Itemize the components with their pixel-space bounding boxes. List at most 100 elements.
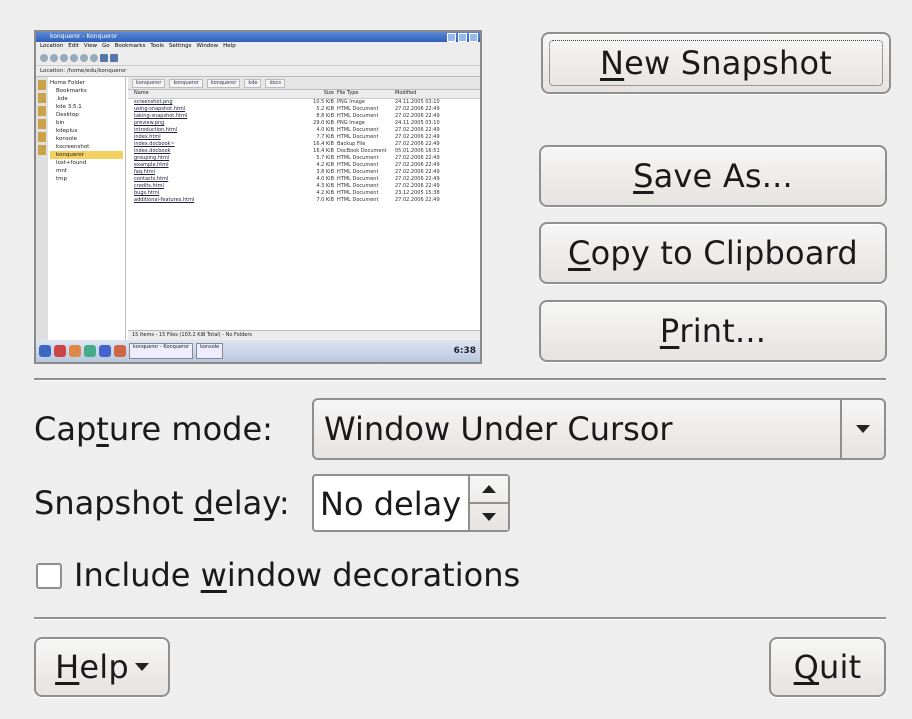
preview-menu-item: View [83,43,97,49]
button-label: elp [79,648,129,686]
mnemonic: Q [793,648,820,686]
forward-icon [50,54,58,62]
preview-file-row: example.html 4.2 KiB HTML Document 27.02.20… [128,162,480,169]
preview-toolbar [36,51,480,66]
preview-tabs: konqueror konqueror konqueror kde docs [128,77,480,90]
preview-titlebar: konqueror - Konqueror [36,32,480,42]
spin-up-icon[interactable] [470,476,508,504]
mnemonic: P [659,312,680,350]
button-label: ave As... [653,157,793,195]
mnemonic: H [55,648,80,686]
taskbar-clock: 6:38 [453,346,476,356]
snapshot-delay-value[interactable]: No delay [320,476,461,532]
preview-file-cell: 27.02.2006 22:49 [395,155,440,161]
preview-file-row: bugs.html 4.2 KiB HTML Document 23.12.2005 … [128,190,480,197]
quit-button[interactable]: Quit [769,637,886,697]
separator [34,378,886,381]
new-snapshot-button[interactable]: New Snapshot [541,32,891,94]
preview-column-header: Modified [395,90,417,96]
preview-tab: konqueror [206,78,241,88]
preview-file-cell: HTML Document [337,155,379,161]
preview-file-cell: 27.02.2006 22:49 [395,176,440,182]
preview-file-cell: 4.2 KiB [316,162,334,168]
include-decorations-label[interactable]: Include window decorations [74,556,520,594]
preview-menu-item: Tools [150,43,164,49]
preview-file-cell: 23.12.2005 15:38 [395,190,440,196]
preview-window-title: konqueror - Konqueror [50,33,118,40]
app-icon [99,345,111,357]
button-label: rint... [679,312,767,350]
preview-file-cell: 05.01.2006 16:51 [395,148,440,154]
print-button[interactable]: Print... [539,300,887,362]
preview-file-cell: 5.7 KiB [316,155,334,161]
preview-file-cell: example.html [134,162,169,168]
copy-to-clipboard-button[interactable]: Copy to Clipboard [539,222,887,284]
preview-file-row: credits.html 4.3 KiB HTML Document 27.02.20… [128,183,480,190]
preview-file-cell: HTML Document [337,183,379,189]
preview-file-cell: screenshot.png [134,99,173,105]
stop-icon [90,54,98,62]
preview-file-cell: HTML Document [337,169,379,175]
preview-file-cell: index.docbook [134,148,171,154]
mnemonic: S [633,157,654,195]
include-decorations-checkbox[interactable] [36,563,62,589]
preview-tree-item: Desktop [56,112,79,118]
back-icon [40,54,48,62]
preview-column-header: File Type [337,90,359,96]
preview-file-cell: taking-snapshot.html [134,113,188,119]
preview-file-row: index.docbook~ 16.4 KiB Backup File 27.02.2… [128,141,480,148]
separator [34,617,886,620]
preview-sidebar-tabs [36,77,48,340]
help-button[interactable]: Help [34,637,170,697]
preview-location-value: /home/edu/konqueror [66,68,127,74]
preview-file-row: contacts.html 4.0 KiB HTML Document 27.02.2… [128,176,480,183]
preview-tab: konqueror [169,78,203,88]
preview-file-cell: additional-features.html [134,197,195,203]
save-as-button[interactable]: Save As... [539,145,887,207]
preview-file-row: screenshot.png 10.5 KiB PNG Image 24.11.200… [128,99,480,106]
capture-mode-value: Window Under Cursor [324,410,673,448]
preview-file-cell: 27.02.2006 22:49 [395,134,440,140]
preview-tab: konqueror [132,78,166,88]
preview-file-cell: 4.3 KiB [316,183,334,189]
preview-tree-item: konsole [56,136,77,142]
preview-menubar: Location Edit View Go Bookmarks Tools Settings… [36,42,480,51]
preview-file-cell: 27.02.2006 22:49 [395,183,440,189]
preview-file-cell: faq.html [134,169,155,175]
snapshot-delay-spinbox[interactable]: No delay [312,474,510,532]
preview-file-cell: 29.0 KiB [313,120,334,126]
preview-tree-item: Bookmarks [56,88,87,94]
taskbar-window: konqueror - Konqueror [129,343,194,359]
preview-file-cell: PNG Image [337,99,365,105]
preview-file-cell: HTML Document [337,190,379,196]
preview-file-cell: using-snapshot.html [134,106,186,112]
spin-down-icon[interactable] [470,504,508,530]
preview-file-row: additional-features.html 7.0 KiB HTML Docu… [128,197,480,204]
preview-tree-item: .kde [56,96,68,102]
capture-mode-select[interactable]: Window Under Cursor [312,398,886,460]
preview-folder-tree: Home Folder Bookmarks .kde kde 3.5.1 Desktop… [48,77,126,340]
preview-tree-item: mnt [56,168,67,174]
chevron-down-icon[interactable] [840,400,884,458]
preview-file-header: Name Size File Type Modified [128,90,480,99]
home-icon [70,54,78,62]
preview-menu-item: Bookmarks [114,43,146,49]
capture-mode-label: Capture mode: [34,410,273,448]
preview-menu-item: Go [101,43,110,49]
preview-location-bar: Location: /home/edu/konqueror [36,66,480,77]
preview-body: Home Folder Bookmarks .kde kde 3.5.1 Desktop… [36,77,480,340]
preview-taskbar: konqueror - Konqueror konsole 6:38 [36,340,480,362]
reload-icon [80,54,88,62]
preview-tree-item: kscreenshot [56,144,90,150]
preview-file-row: grouping.html 5.7 KiB HTML Document 27.02.2… [128,155,480,162]
mnemonic: C [568,234,591,272]
preview-file-row: taking-snapshot.html 8.8 KiB HTML Document… [128,113,480,120]
view-icon [100,54,108,62]
preview-file-cell: 10.5 KiB [313,99,334,105]
preview-file-cell: HTML Document [337,162,379,168]
preview-file-cell: grouping.html [134,155,170,161]
taskbar-window: konsole [196,343,224,359]
preview-file-cell: 8.8 KiB [316,113,334,119]
snapshot-preview[interactable]: konqueror - Konqueror Location Edit View Go… [34,30,482,364]
preview-file-cell: 27.02.2006 22:49 [395,113,440,119]
